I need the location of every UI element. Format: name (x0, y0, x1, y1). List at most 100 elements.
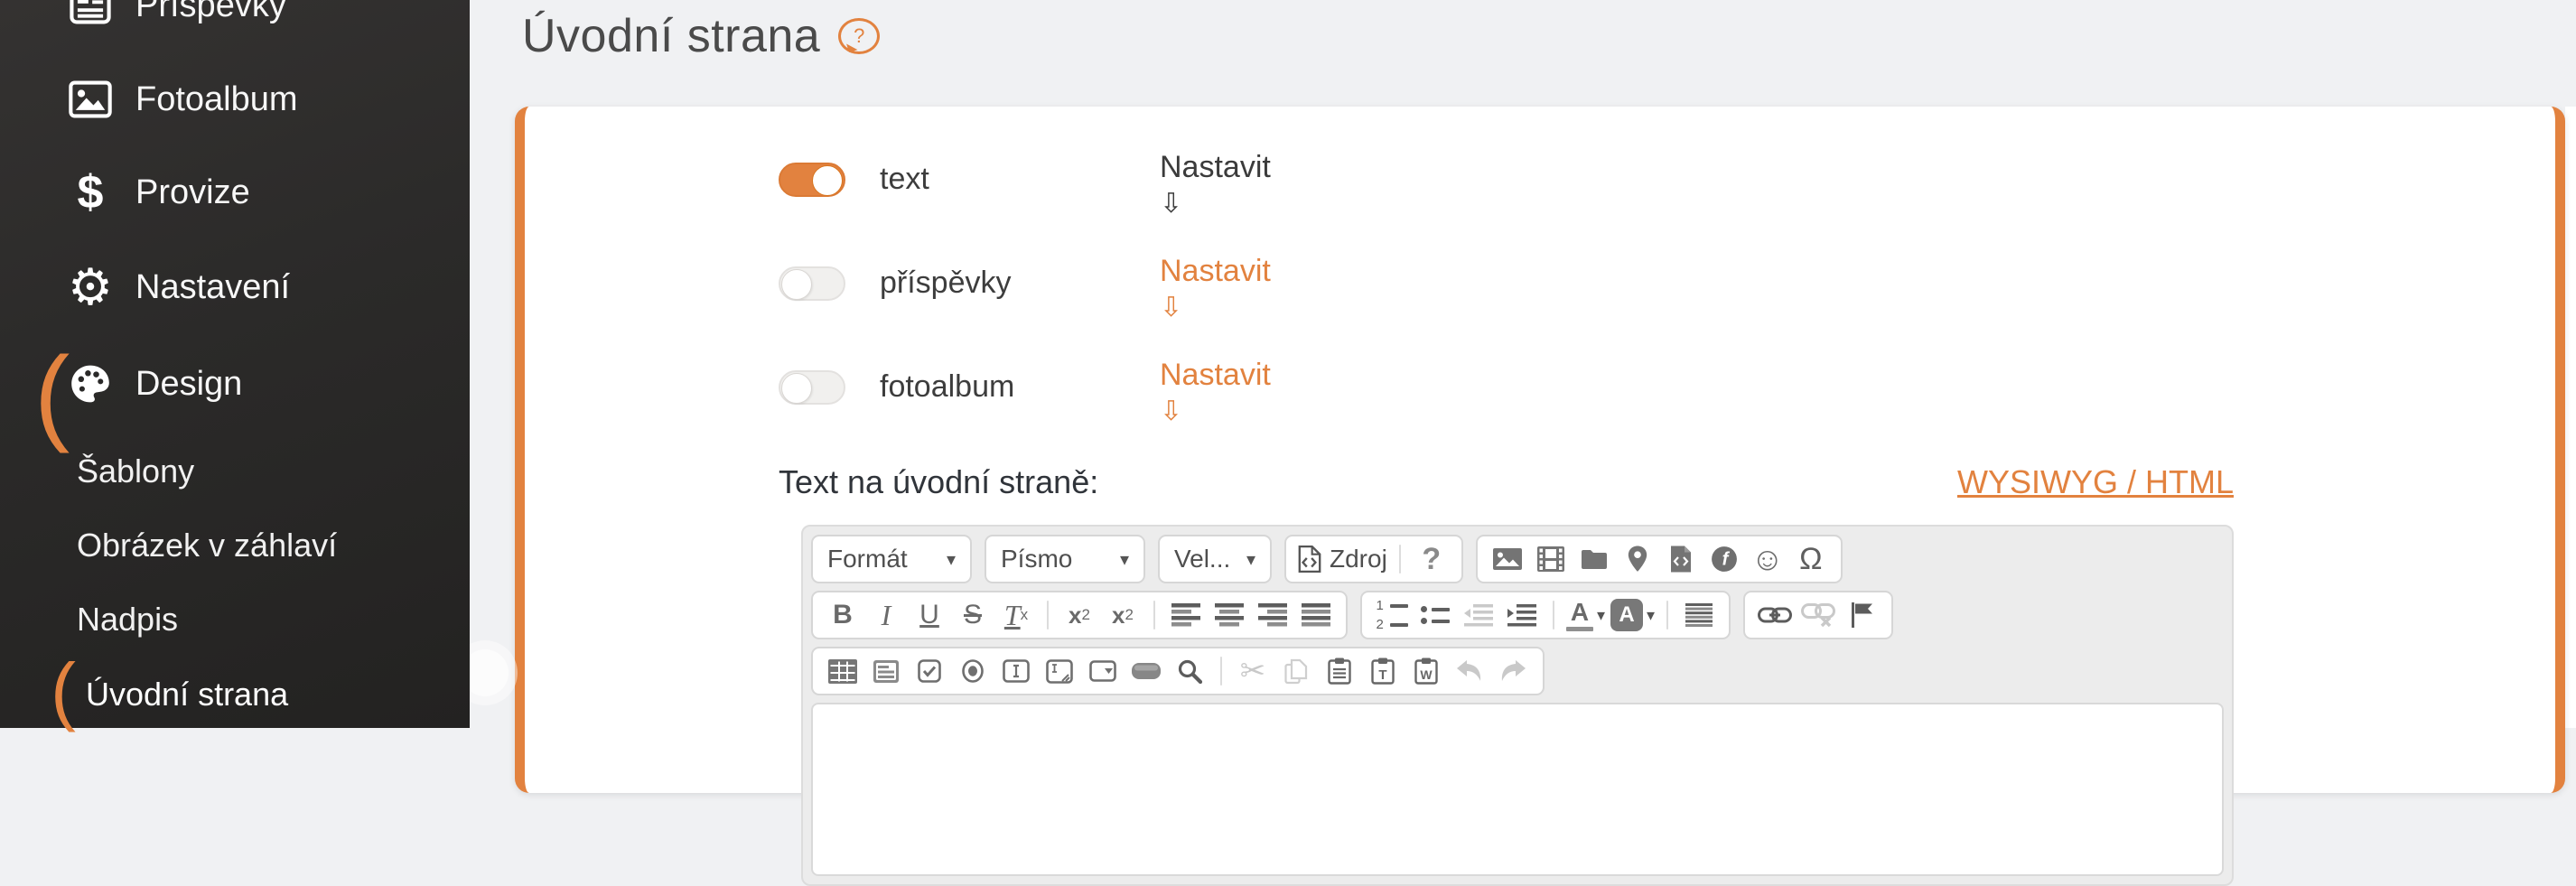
insert-video-button[interactable] (1532, 538, 1570, 580)
line-height-icon (1685, 603, 1713, 627)
align-right-icon (1258, 603, 1287, 627)
newspaper-icon (65, 0, 116, 31)
sidebar-item-nadpis[interactable]: Nadpis (0, 587, 470, 652)
bg-color-button[interactable]: A ▾ (1610, 594, 1655, 636)
align-right-button[interactable] (1254, 594, 1292, 636)
radio-icon (961, 659, 985, 683)
textarea-button[interactable] (1041, 650, 1078, 692)
unlink-button[interactable] (1799, 594, 1837, 636)
subscript-button[interactable]: x2 (1060, 594, 1098, 636)
paste-word-button[interactable]: W (1407, 650, 1445, 692)
text-color-button[interactable]: A ▾ (1566, 594, 1605, 636)
insert-template-button[interactable] (1662, 538, 1700, 580)
select-field-button[interactable] (1084, 650, 1122, 692)
form-button[interactable] (867, 650, 905, 692)
form-icon (873, 659, 900, 684)
content-panel: text Nastavit ⇩ příspěvky Nastavit ⇩ (515, 107, 2565, 793)
sidebar-item-fotoalbum[interactable]: Fotoalbum (0, 67, 470, 132)
italic-icon: I (882, 601, 891, 630)
sidebar-item-sablony[interactable]: Šablony (0, 439, 470, 504)
font-dropdown[interactable]: Písmo ▾ (985, 535, 1145, 583)
smiley-button[interactable]: ☺ (1749, 538, 1787, 580)
nastavit-link-text[interactable]: Nastavit ⇩ (1160, 149, 1271, 219)
checkbox-icon (918, 659, 941, 683)
toggle-row-prispevky: příspěvky Nastavit ⇩ (779, 253, 2234, 318)
map-pin-icon (1627, 546, 1648, 573)
prispevky-toggle[interactable] (779, 266, 845, 301)
sidebar-item-design[interactable]: Design (0, 351, 470, 416)
nastavit-link-fotoalbum[interactable]: Nastavit ⇩ (1160, 357, 1271, 427)
line-height-button[interactable] (1680, 594, 1718, 636)
redo-button[interactable] (1494, 650, 1532, 692)
toggle-label: příspěvky (880, 266, 1012, 301)
radio-button[interactable] (954, 650, 992, 692)
source-button[interactable]: Zdroj (1297, 538, 1387, 580)
flash-button[interactable]: f (1705, 538, 1743, 580)
button-field-button[interactable] (1127, 650, 1165, 692)
arrow-down-icon: ⇩ (1160, 396, 1271, 427)
checkbox-button[interactable] (910, 650, 948, 692)
dollar-icon: $ (65, 167, 116, 218)
bold-button[interactable]: B (824, 594, 862, 636)
align-left-button[interactable] (1167, 594, 1205, 636)
table-button[interactable] (824, 650, 862, 692)
gear-icon: ⚙ (65, 262, 116, 312)
search-icon (1178, 659, 1202, 684)
sidebar-item-obrazek-v-zahlavi[interactable]: Obrázek v záhlaví (0, 513, 470, 578)
fotoalbum-toggle[interactable] (779, 370, 845, 405)
align-justify-button[interactable] (1297, 594, 1335, 636)
map-pin-button[interactable] (1619, 538, 1657, 580)
editor-content-area[interactable] (811, 703, 2224, 876)
align-center-button[interactable] (1210, 594, 1248, 636)
text-color-icon: A (1566, 600, 1593, 631)
paste-icon (1328, 658, 1351, 685)
strikethrough-button[interactable]: S (954, 594, 992, 636)
anchor-button[interactable] (1843, 594, 1881, 636)
indent-button[interactable] (1503, 594, 1541, 636)
insert-image-button[interactable] (1489, 538, 1526, 580)
link-button[interactable] (1756, 594, 1794, 636)
remove-format-button[interactable]: Tx (997, 594, 1035, 636)
special-char-button[interactable]: Ω (1792, 538, 1830, 580)
text-field-button[interactable] (997, 650, 1035, 692)
redo-icon (1498, 659, 1527, 683)
nastavit-link-prispevky[interactable]: Nastavit ⇩ (1160, 253, 1271, 323)
subscript-2: 2 (1082, 606, 1090, 624)
outdent-button[interactable] (1460, 594, 1498, 636)
sidebar-item-prispevky[interactable]: Příspěvky (0, 0, 470, 38)
active-bracket-icon: ( (34, 341, 70, 448)
file-manager-button[interactable] (1575, 538, 1613, 580)
select-field-icon (1089, 660, 1116, 682)
wysiwyg-html-link[interactable]: WYSIWYG / HTML (1957, 463, 2234, 501)
arrow-down-icon: ⇩ (1160, 189, 1271, 219)
text-toggle[interactable] (779, 163, 845, 197)
sidebar-item-label: Nadpis (77, 601, 178, 639)
toggle-knob (781, 373, 812, 404)
palette-icon (65, 359, 116, 409)
paste-text-icon: T (1371, 658, 1395, 685)
bold-icon: B (833, 602, 853, 629)
editor-about-button[interactable]: ? (1413, 538, 1451, 580)
ordered-list-button[interactable]: 1 2 (1373, 594, 1411, 636)
cut-button[interactable]: ✂ (1234, 650, 1272, 692)
bullet-list-button[interactable] (1416, 594, 1454, 636)
forms-clipboard-group: ✂ T W (811, 647, 1545, 695)
arrow-down-icon: ⇩ (1160, 293, 1271, 323)
copy-button[interactable] (1277, 650, 1315, 692)
underline-button[interactable]: U (910, 594, 948, 636)
separator (1047, 601, 1049, 630)
wysiwyg-editor: Formát ▾ Písmo ▾ Vel... ▾ Zdroj (801, 525, 2234, 886)
svg-text:W: W (1420, 667, 1433, 682)
paste-button[interactable] (1321, 650, 1358, 692)
paste-text-button[interactable]: T (1364, 650, 1402, 692)
undo-button[interactable] (1451, 650, 1489, 692)
superscript-button[interactable]: x2 (1104, 594, 1142, 636)
find-button[interactable] (1171, 650, 1209, 692)
source-label: Zdroj (1330, 545, 1387, 574)
format-dropdown[interactable]: Formát ▾ (811, 535, 972, 583)
size-dropdown[interactable]: Vel... ▾ (1158, 535, 1272, 583)
sidebar-item-nastaveni[interactable]: ⚙ Nastavení (0, 255, 470, 320)
italic-button[interactable]: I (867, 594, 905, 636)
help-icon[interactable]: ? (838, 18, 880, 54)
sidebar-item-provize[interactable]: $ Provize (0, 160, 470, 225)
